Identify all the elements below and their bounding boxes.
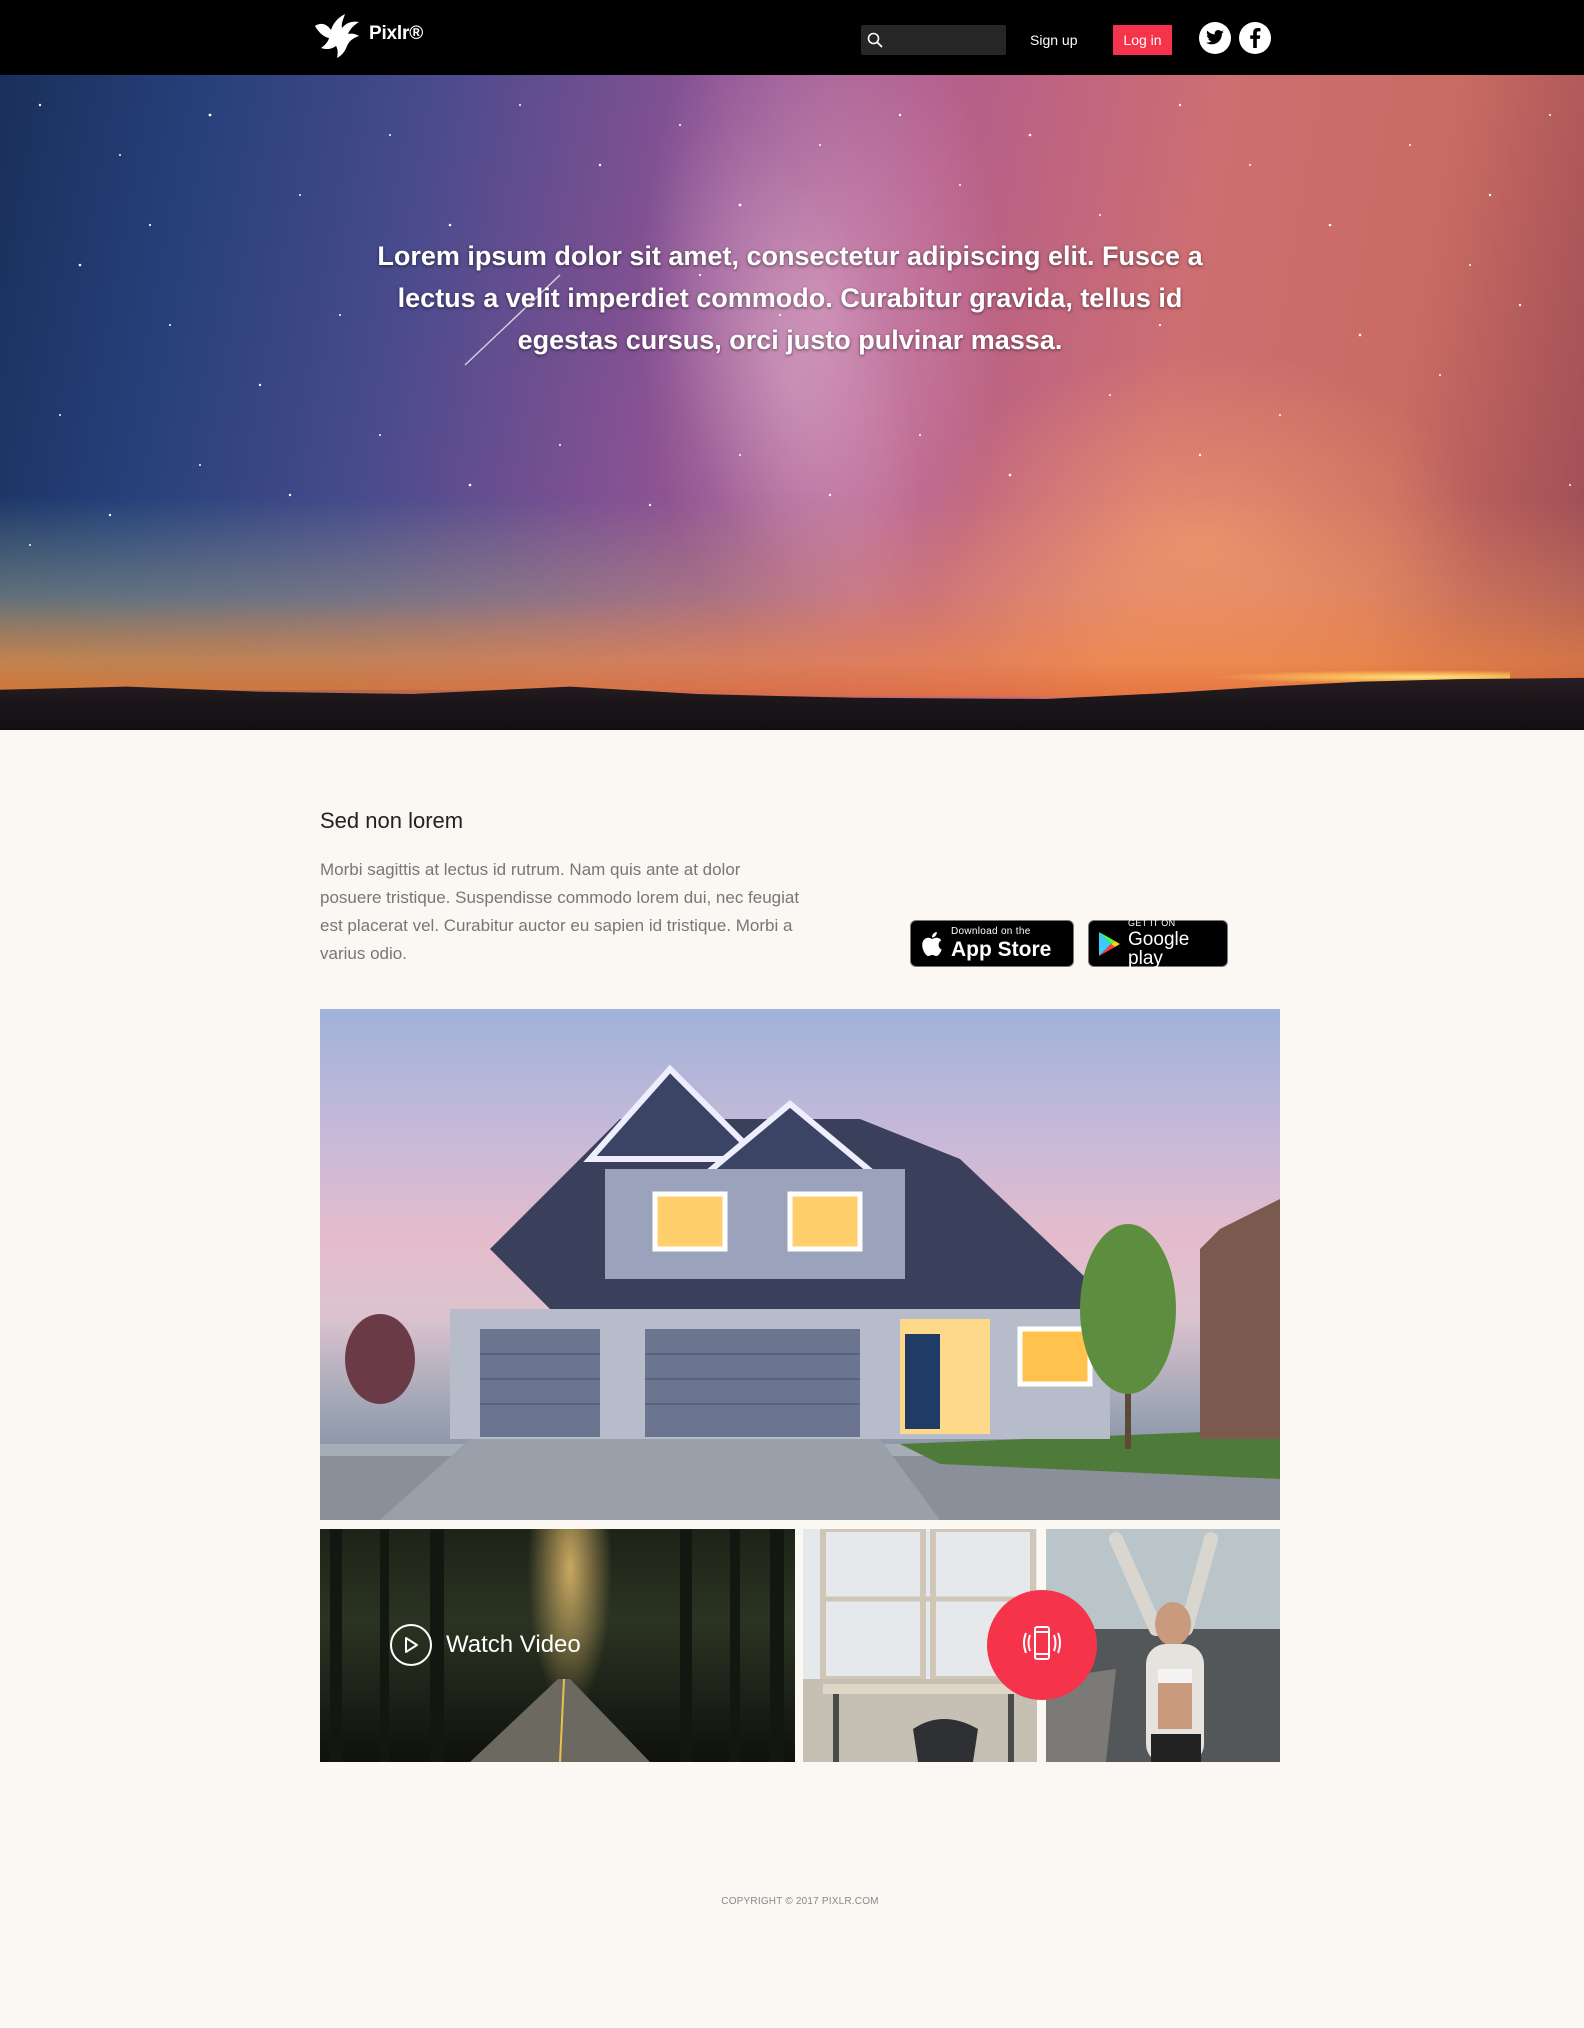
house-photo xyxy=(320,1009,1280,1520)
signup-link[interactable]: Sign up xyxy=(1030,26,1077,54)
watch-video-label: Watch Video xyxy=(446,1631,581,1658)
pixlr-logo[interactable]: Pixlr® xyxy=(311,10,423,62)
section-description: Morbi sagittis at lectus id rutrum. Nam … xyxy=(320,860,800,963)
search-input[interactable] xyxy=(889,32,999,48)
app-store-badge[interactable]: Download on the App Store xyxy=(910,920,1074,967)
section-title: Sed non lorem xyxy=(320,808,464,833)
vibrating-phone-icon xyxy=(1020,1621,1064,1670)
bird-logo-icon xyxy=(311,12,363,60)
hero-headline: Lorem ipsum dolor sit amet, consectetur … xyxy=(377,241,1203,355)
search-icon[interactable] xyxy=(861,25,889,55)
google-play-label: Google play xyxy=(1128,929,1190,969)
hero-banner: Lorem ipsum dolor sit amet, consectetur … xyxy=(0,75,1584,730)
google-play-badge[interactable]: GET IT ON Google play xyxy=(1088,918,1228,969)
facebook-icon[interactable] xyxy=(1239,22,1271,54)
app-store-caption: Download on the xyxy=(951,926,1031,937)
mobile-app-button[interactable] xyxy=(987,1590,1097,1700)
login-button[interactable]: Log in xyxy=(1113,25,1172,55)
starfield xyxy=(29,103,1571,546)
apple-icon xyxy=(911,930,951,958)
watch-video-button[interactable]: Watch Video xyxy=(390,1624,581,1666)
copyright-footer: COPYRIGHT © 2017 PIXLR.COM xyxy=(721,1896,879,1907)
forest-road-photo: Watch Video xyxy=(320,1529,795,1762)
search-box[interactable] xyxy=(861,25,1006,55)
play-icon xyxy=(390,1624,432,1666)
twitter-icon[interactable] xyxy=(1199,22,1231,54)
google-play-icon xyxy=(1089,931,1128,957)
app-store-label: App Store xyxy=(951,938,1052,961)
logo-text: Pixlr® xyxy=(369,23,423,44)
google-play-caption: GET IT ON xyxy=(1128,918,1176,928)
top-navigation-bar: Pixlr® Sign up Log in xyxy=(0,0,1584,75)
